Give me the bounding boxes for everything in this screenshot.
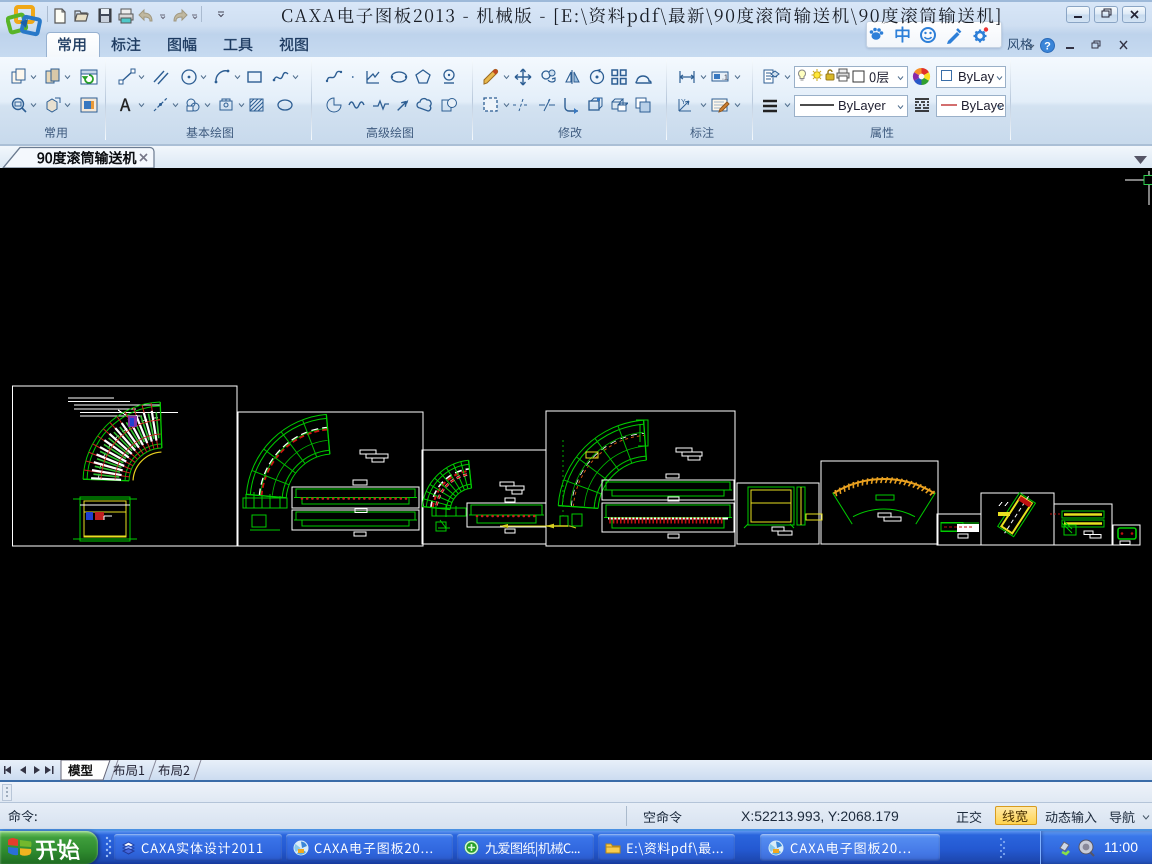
svg-text:Y: Y xyxy=(681,99,686,106)
svg-text:.1: .1 xyxy=(722,75,728,82)
svg-text:?: ? xyxy=(1044,41,1051,53)
